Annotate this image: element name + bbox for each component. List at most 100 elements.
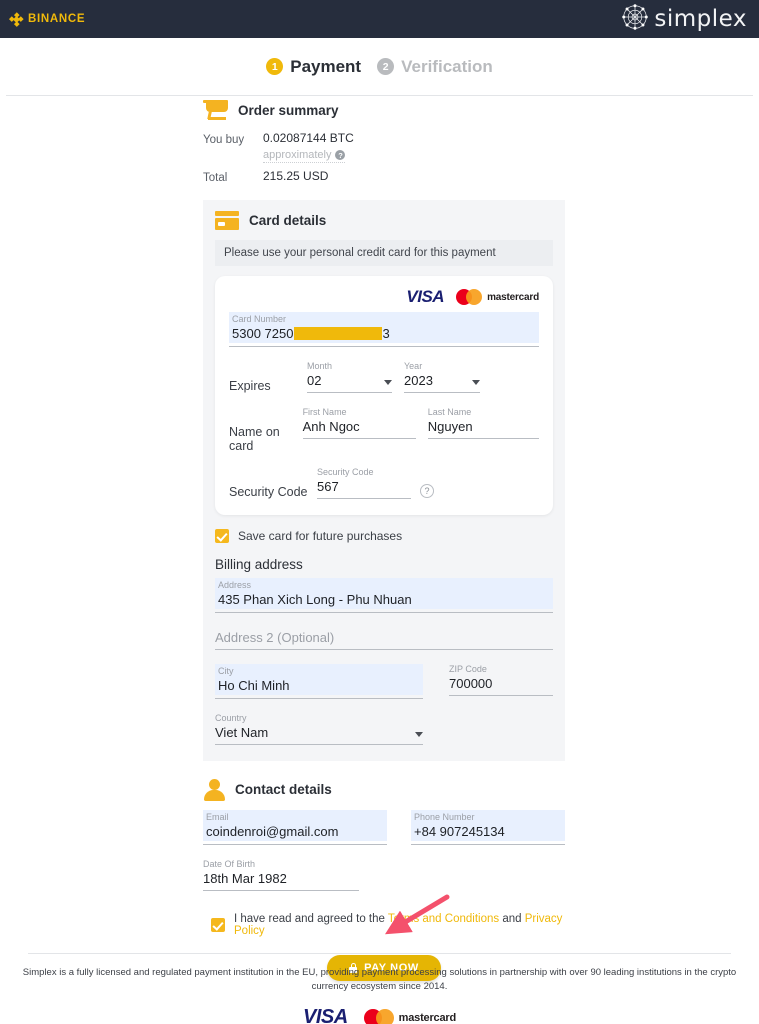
address-label: Address [218, 580, 252, 590]
city-field[interactable]: City Ho Chi Minh [215, 664, 423, 699]
year-value: 2023 [404, 373, 433, 388]
first-name-field[interactable]: First Name Anh Ngoc [302, 407, 416, 453]
card-number-field[interactable]: Card Number 5300 7250 3 [229, 312, 539, 347]
approximately-label: approximately [263, 149, 332, 161]
shopping-cart-icon [203, 100, 228, 121]
zip-value: 700000 [449, 676, 493, 691]
card-number-label: Card Number [232, 314, 287, 324]
step-2-badge: 2 [377, 58, 395, 75]
mastercard-wordmark: mastercard [487, 291, 539, 303]
dob-field[interactable]: Date Of Birth 18th Mar 1982 [203, 859, 359, 891]
question-mark-icon[interactable]: ? [420, 484, 434, 498]
you-buy-label: You buy [203, 134, 245, 146]
last-name-field[interactable]: Last Name Nguyen [427, 407, 540, 453]
country-label: Country [215, 713, 247, 723]
simplex-wordmark: simplex [654, 6, 747, 32]
you-buy-value: 0.02087144 BTC [263, 131, 354, 145]
binance-wordmark: BINANCE [28, 13, 86, 25]
address2-field[interactable]: Address 2 (Optional) [215, 629, 553, 650]
step-payment[interactable]: 1 Payment [266, 57, 361, 77]
accepted-brands: VISA mastercard [229, 287, 539, 306]
content-column: Order summary You buy 0.02087144 BTC app… [203, 100, 565, 981]
card-number-tail: 3 [382, 326, 390, 341]
first-name-label: First Name [302, 407, 347, 417]
binance-diamond-icon [9, 11, 24, 27]
address-value: 435 Phan Xich Long - Phu Nhuan [218, 592, 412, 607]
mastercard-wordmark: mastercard [398, 1011, 457, 1024]
top-bar: BINANCE simplex [0, 0, 759, 38]
step-2-label: Verification [401, 56, 493, 76]
security-code-value: 567 [317, 479, 339, 494]
phone-field[interactable]: Phone Number +84 907245134 [411, 810, 565, 845]
chevron-down-icon [472, 380, 480, 385]
card-details-title: Card details [249, 213, 327, 228]
credit-card-icon [215, 211, 239, 230]
terms-and-conditions-link[interactable]: Terms and Conditions [388, 913, 499, 925]
contact-details-header: Contact details [203, 779, 565, 801]
terms-checkbox-row[interactable]: I have read and agreed to the Terms and … [203, 913, 565, 937]
email-phone-row: Email coindenroi@gmail.com Phone Number … [203, 810, 565, 845]
email-label: Email [206, 812, 229, 822]
summary-row-you-buy: You buy 0.02087144 BTC approximately ? [203, 131, 565, 163]
save-card-checkbox[interactable]: Save card for future purchases [215, 529, 553, 543]
card-form: VISA mastercard Card Number 5300 7250 3 [215, 276, 553, 515]
order-summary-title: Order summary [238, 103, 339, 118]
last-name-value: Nguyen [427, 419, 473, 434]
email-value: coindenroi@gmail.com [206, 824, 339, 839]
address2-placeholder: Address 2 (Optional) [215, 630, 335, 645]
city-value: Ho Chi Minh [218, 678, 290, 693]
address-field[interactable]: Address 435 Phan Xich Long - Phu Nhuan [215, 578, 553, 613]
phone-label: Phone Number [414, 812, 475, 822]
step-1-label: Payment [290, 56, 362, 76]
dob-value: 18th Mar 1982 [203, 871, 287, 886]
name-on-card-row: Name on card First Name Anh Ngoc Last Na… [229, 407, 540, 453]
expires-row: Expires Month 02 Year 2023 [229, 361, 539, 393]
country-value: Viet Nam [215, 725, 269, 740]
month-label: Month [307, 361, 333, 371]
total-value: 215.25 USD [263, 169, 329, 183]
person-icon [203, 779, 225, 801]
country-select[interactable]: Country Viet Nam [215, 713, 423, 745]
contact-details-title: Contact details [235, 782, 332, 797]
checkbox-checked-icon[interactable] [211, 918, 225, 932]
email-field[interactable]: Email coindenroi@gmail.com [203, 810, 387, 845]
expiry-year-select[interactable]: Year 2023 [404, 361, 480, 393]
last-name-label: Last Name [427, 407, 472, 417]
step-indicator: 1 Payment 2 Verification [6, 38, 753, 96]
footer-text: Simplex is a fully licensed and regulate… [22, 967, 737, 992]
card-notice: Please use your personal credit card for… [215, 240, 553, 266]
step-1-badge: 1 [266, 58, 284, 75]
mastercard-logo: mastercard [456, 289, 539, 305]
chevron-down-icon [415, 732, 423, 737]
expiry-month-select[interactable]: Month 02 [307, 361, 392, 393]
security-code-row-label: Security Code [229, 485, 308, 499]
city-label: City [218, 666, 234, 676]
visa-logo: VISA [406, 287, 445, 306]
chevron-down-icon [384, 380, 392, 385]
first-name-value: Anh Ngoc [302, 419, 360, 434]
visa-logo: VISA [302, 1006, 348, 1024]
dob-label: Date Of Birth [203, 859, 256, 869]
security-code-field[interactable]: Security Code 567 [317, 467, 411, 499]
zip-field[interactable]: ZIP Code 700000 [449, 664, 553, 699]
page-footer: Simplex is a fully licensed and regulate… [0, 953, 759, 1024]
zip-label: ZIP Code [449, 664, 487, 674]
mastercard-logo: mastercard [363, 1008, 457, 1024]
phone-value: +84 907245134 [414, 824, 505, 839]
step-verification[interactable]: 2 Verification [377, 57, 493, 77]
security-code-row: Security Code Security Code 567 ? [229, 467, 539, 499]
binance-logo[interactable]: BINANCE [9, 11, 86, 27]
save-card-label: Save card for future purchases [238, 529, 403, 543]
terms-middle: and [499, 913, 525, 925]
card-number-redaction [294, 327, 383, 340]
question-mark-icon[interactable]: ? [335, 150, 346, 160]
month-value: 02 [307, 373, 322, 388]
card-details-header: Card details [215, 211, 553, 230]
card-details-panel: Card details Please use your personal cr… [203, 200, 565, 761]
simplex-logo[interactable]: simplex [620, 2, 751, 37]
checkbox-checked-icon [215, 529, 229, 543]
billing-address-title: Billing address [215, 557, 303, 572]
contact-details-section: Contact details Email coindenroi@gmail.c… [203, 779, 565, 891]
approximately-note[interactable]: approximately ? [263, 149, 346, 163]
security-code-label: Security Code [317, 467, 374, 477]
